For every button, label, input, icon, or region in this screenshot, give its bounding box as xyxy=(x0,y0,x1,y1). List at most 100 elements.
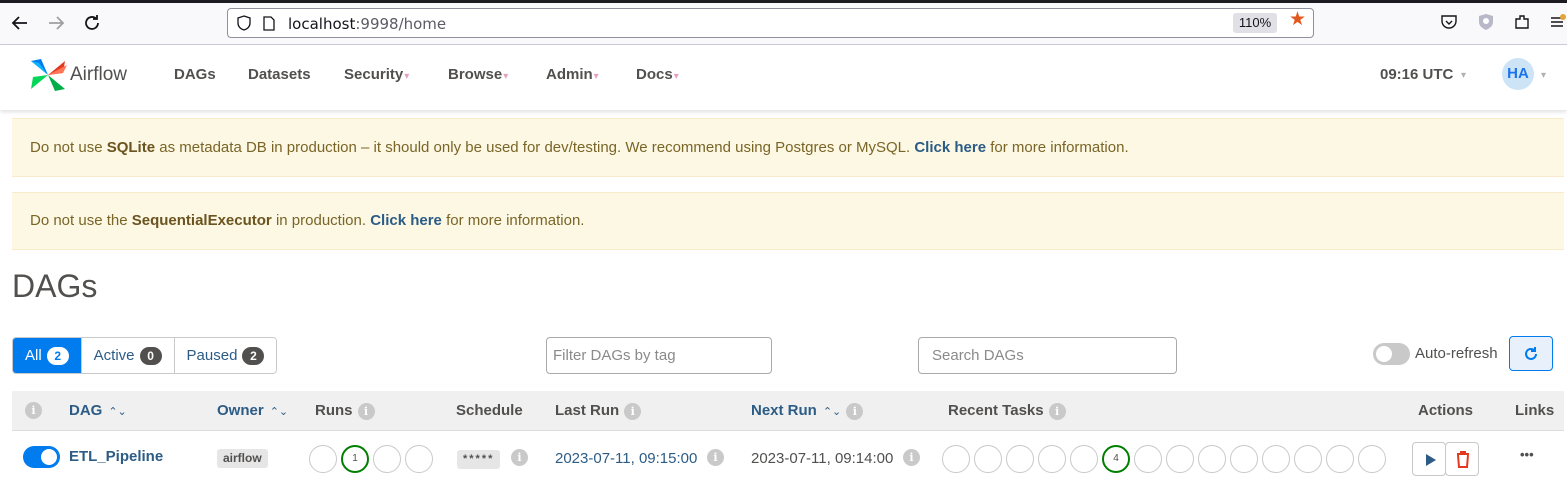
task-state-circle[interactable] xyxy=(1358,445,1386,473)
toggle-knob xyxy=(1376,346,1392,362)
task-state-circle[interactable] xyxy=(1262,445,1290,473)
dag-pause-toggle[interactable] xyxy=(23,446,60,468)
zoom-level-badge[interactable]: 110% xyxy=(1233,13,1277,33)
task-state-circle[interactable] xyxy=(1166,445,1194,473)
col-links: Links xyxy=(1515,402,1555,419)
utc-clock[interactable]: 09:16 UTC xyxy=(1380,66,1453,83)
col-dag[interactable]: DAG ⌃⌄ xyxy=(69,402,127,419)
nav-dags[interactable]: DAGs xyxy=(174,66,216,83)
caret-down-icon: ▾ xyxy=(593,71,599,82)
filter-paused-button[interactable]: Paused 2 xyxy=(174,338,277,373)
nav-admin[interactable]: Admin▾ xyxy=(546,66,599,83)
run-state-circle[interactable]: 1 xyxy=(341,445,369,473)
user-avatar[interactable]: HA xyxy=(1502,58,1534,90)
task-state-circle[interactable] xyxy=(1198,445,1226,473)
extension-shield-icon[interactable] xyxy=(1477,13,1495,31)
brand-name[interactable]: Airflow xyxy=(70,64,127,86)
info-icon[interactable]: i xyxy=(903,449,920,466)
filter-all-button[interactable]: All 2 xyxy=(13,338,82,373)
task-state-circle[interactable] xyxy=(1134,445,1162,473)
more-links-icon[interactable]: ••• xyxy=(1520,447,1534,462)
col-last-run: Last Run i xyxy=(555,402,642,420)
run-state-circle[interactable] xyxy=(373,445,401,473)
info-icon[interactable]: i xyxy=(357,402,375,420)
info-icon[interactable]: i xyxy=(707,449,724,466)
filter-active-button[interactable]: Active 0 xyxy=(81,338,175,373)
sort-icon: ⌃⌄ xyxy=(269,406,289,418)
delete-dag-button[interactable] xyxy=(1445,442,1479,476)
task-state-circle[interactable] xyxy=(1038,445,1066,473)
refresh-button[interactable] xyxy=(1509,336,1553,371)
address-bar[interactable]: localhost:9998/home xyxy=(227,8,1314,38)
tag-filter-input[interactable]: Filter DAGs by tag xyxy=(546,337,772,374)
sqlite-info-link[interactable]: Click here xyxy=(914,139,986,156)
col-next-run[interactable]: Next Run ⌃⌄ i xyxy=(751,402,864,420)
app-menu-icon[interactable] xyxy=(1548,13,1566,31)
task-state-circle[interactable] xyxy=(1230,445,1258,473)
refresh-icon xyxy=(1525,347,1537,360)
browser-toolbar: localhost:9998/home 110% ★ xyxy=(0,0,1567,45)
paused-count-badge: 2 xyxy=(242,346,265,365)
task-state-circle[interactable] xyxy=(942,445,970,473)
table-row: ETL_Pipeline airflow 1 ***** i 2023-07-1… xyxy=(12,432,1564,485)
task-state-circle[interactable] xyxy=(1006,445,1034,473)
info-icon[interactable]: i xyxy=(511,449,528,466)
sort-icon: ⌃⌄ xyxy=(108,406,127,418)
dag-status-filter: All 2 Active 0 Paused 2 xyxy=(12,337,278,374)
play-icon xyxy=(1426,454,1436,466)
bookmark-star-icon[interactable]: ★ xyxy=(1289,10,1307,29)
sort-icon: ⌃⌄ xyxy=(822,406,842,418)
airflow-logo-icon[interactable] xyxy=(27,55,69,95)
executor-info-link[interactable]: Click here xyxy=(370,212,442,229)
schedule-tag[interactable]: ***** xyxy=(457,450,501,469)
task-state-circle[interactable]: 4 xyxy=(1102,445,1130,473)
nav-security[interactable]: Security▾ xyxy=(344,66,409,83)
trash-icon xyxy=(1457,451,1469,468)
airflow-navbar: Airflow DAGs Datasets Security▾ Browse▾ … xyxy=(0,45,1567,110)
url-text: localhost:9998/home xyxy=(288,15,447,33)
tracking-shield-icon[interactable] xyxy=(236,15,252,31)
search-dags-input[interactable]: Search DAGs xyxy=(918,337,1177,374)
task-state-circle[interactable] xyxy=(974,445,1002,473)
active-count-badge: 0 xyxy=(139,346,162,365)
caret-down-icon: ▾ xyxy=(503,71,509,82)
all-count-badge: 2 xyxy=(46,346,69,365)
col-runs: Runs i xyxy=(315,402,375,420)
caret-down-icon: ▾ xyxy=(1541,70,1547,81)
task-state-circle[interactable] xyxy=(1294,445,1322,473)
page-title: DAGs xyxy=(12,268,98,304)
col-recent-tasks: Recent Tasks i xyxy=(948,402,1066,420)
pocket-icon[interactable] xyxy=(1440,13,1458,31)
nav-datasets[interactable]: Datasets xyxy=(248,66,311,83)
page-info-icon[interactable] xyxy=(262,16,276,31)
dags-table-header: i DAG ⌃⌄ Owner ⌃⌄ Runs i Schedule Last Run i… xyxy=(12,391,1564,431)
forward-arrow-icon[interactable] xyxy=(45,12,67,34)
col-actions: Actions xyxy=(1418,402,1474,419)
trigger-dag-button[interactable] xyxy=(1412,442,1446,476)
info-icon[interactable]: i xyxy=(1048,402,1066,420)
extensions-puzzle-icon[interactable] xyxy=(1513,13,1531,31)
next-run-value: 2023-07-11, 09:14:00 xyxy=(751,450,894,467)
toggle-knob xyxy=(41,449,57,465)
info-icon[interactable]: i xyxy=(25,402,42,419)
window-top-border xyxy=(0,0,1567,3)
task-state-circle[interactable] xyxy=(1326,445,1354,473)
info-icon[interactable]: i xyxy=(846,402,864,420)
col-owner[interactable]: Owner ⌃⌄ xyxy=(217,402,288,419)
auto-refresh-toggle[interactable] xyxy=(1373,343,1410,365)
info-icon[interactable]: i xyxy=(624,402,642,420)
dag-id-link[interactable]: ETL_Pipeline xyxy=(69,448,163,465)
last-run-link[interactable]: 2023-07-11, 09:15:00 xyxy=(555,450,697,467)
executor-warning-alert: Do not use the SequentialExecutor in pro… xyxy=(12,192,1564,250)
nav-browse[interactable]: Browse▾ xyxy=(448,66,508,83)
nav-docs[interactable]: Docs▾ xyxy=(636,66,679,83)
owner-tag[interactable]: airflow xyxy=(217,449,268,468)
run-state-circle[interactable] xyxy=(309,445,337,473)
sqlite-warning-alert: Do not use SQLite as metadata DB in prod… xyxy=(12,118,1564,177)
caret-down-icon: ▾ xyxy=(1461,70,1467,81)
run-state-circle[interactable] xyxy=(405,445,433,473)
back-arrow-icon[interactable] xyxy=(9,12,31,34)
reload-icon[interactable] xyxy=(81,12,103,34)
task-state-circle[interactable] xyxy=(1070,445,1098,473)
col-schedule: Schedule xyxy=(456,402,523,419)
